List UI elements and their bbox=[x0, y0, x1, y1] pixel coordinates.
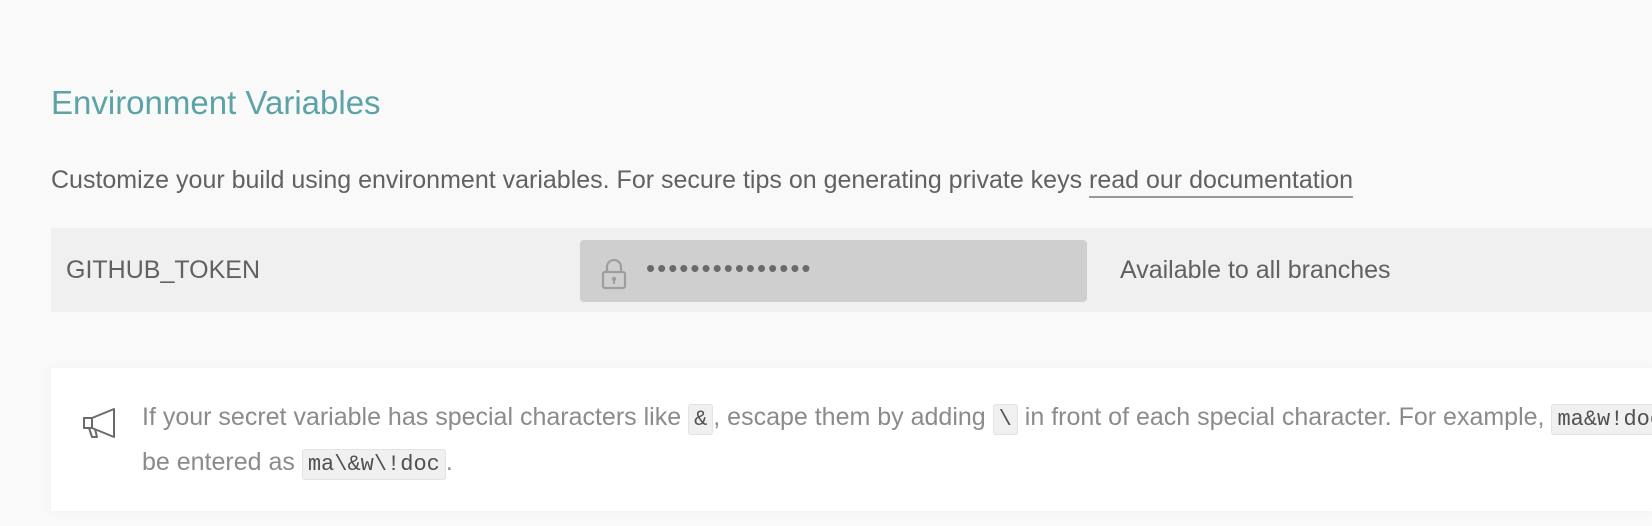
section-description: Customize your build using environment v… bbox=[51, 166, 1354, 198]
code-ampersand: & bbox=[688, 404, 714, 435]
env-var-branch: Available to all branches bbox=[1120, 256, 1391, 284]
lock-icon bbox=[600, 258, 628, 290]
notice-text-5: . bbox=[445, 448, 453, 476]
env-var-masked-value: ••••••••••••••• bbox=[646, 253, 813, 283]
code-backslash: \ bbox=[992, 404, 1018, 435]
notice-text: If your secret variable has special char… bbox=[142, 396, 1652, 486]
megaphone-icon bbox=[80, 404, 120, 440]
description-text: Customize your build using environment v… bbox=[51, 166, 1090, 194]
special-characters-notice: If your secret variable has special char… bbox=[51, 368, 1652, 511]
environment-variables-page: Environment Variables Customize your bui… bbox=[0, 0, 1652, 526]
env-var-row: GITHUB_TOKEN ••••••••••••••• Available t… bbox=[51, 228, 1652, 312]
documentation-link[interactable]: read our documentation bbox=[1089, 166, 1354, 198]
code-example-escaped: ma\&w\!doc bbox=[301, 449, 446, 480]
notice-text-2: , escape them by adding bbox=[713, 403, 993, 431]
env-var-name: GITHUB_TOKEN bbox=[66, 256, 261, 284]
notice-text-1: If your secret variable has special char… bbox=[142, 403, 689, 431]
section-title: Environment Variables bbox=[51, 84, 381, 121]
env-var-value-field: ••••••••••••••• bbox=[580, 240, 1087, 302]
code-example-raw: ma&w!doc bbox=[1551, 404, 1652, 435]
notice-text-3: in front of each special character. For … bbox=[1017, 403, 1552, 431]
